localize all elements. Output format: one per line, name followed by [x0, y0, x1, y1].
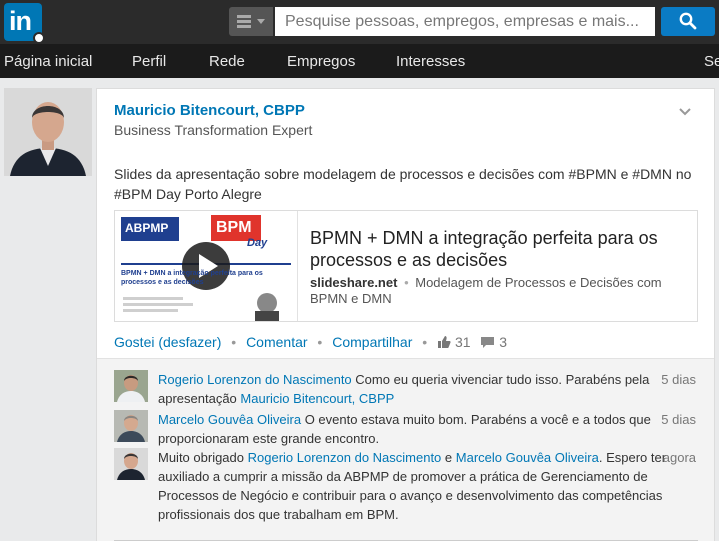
thumb-logo-right: BPM	[216, 219, 252, 236]
likes-count[interactable]: 31	[455, 334, 471, 350]
share-button[interactable]: Compartilhar	[332, 334, 412, 350]
logo-text: in	[9, 6, 32, 36]
linkedin-logo[interactable]: in	[4, 3, 45, 44]
action-separator: •	[317, 334, 323, 350]
nav-item-truncated[interactable]: Se	[704, 53, 719, 70]
shared-link-card[interactable]: ABPMP BPM Day BPMN + DMN a integração pe…	[114, 210, 698, 322]
comment-text: e	[444, 450, 453, 465]
source-separator: •	[404, 275, 409, 290]
author-name-link[interactable]: Mauricio Bitencourt, CBPP	[114, 102, 305, 119]
like-button[interactable]: Gostei (desfazer)	[114, 334, 221, 350]
commenter-avatar[interactable]	[114, 370, 148, 402]
nav-item-home[interactable]: Página inicial	[4, 53, 92, 70]
commenter-avatar[interactable]	[114, 448, 148, 480]
attachment-domain: slideshare.net	[310, 275, 398, 290]
post-text: Slides da apresentação sobre modelagem d…	[114, 166, 692, 202]
person-photo-icon	[114, 410, 148, 442]
person-photo-icon	[114, 370, 148, 402]
thumbs-up-icon	[438, 336, 451, 348]
comments-section: Rogerio Lorenzon do Nascimento Como eu q…	[97, 358, 714, 541]
mention-link[interactable]: Rogerio Lorenzon do Nascimento	[248, 450, 442, 465]
search-button[interactable]	[661, 7, 715, 36]
thumb-caption: BPMN + DMN a integração perfeita para os…	[121, 270, 263, 286]
main-nav: Página inicial Perfil Rede Empregos Inte…	[0, 44, 719, 78]
thumb-logo-day: Day	[247, 237, 268, 249]
author-headline: Business Transformation Expert	[114, 122, 313, 138]
chevron-down-icon	[257, 19, 265, 24]
post-actions: Gostei (desfazer) • Comentar • Compartil…	[114, 334, 507, 350]
comment-body: Rogerio Lorenzon do Nascimento Como eu q…	[158, 370, 658, 408]
comments-count[interactable]: 3	[499, 334, 507, 350]
slide-thumbnail[interactable]: ABPMP BPM Day BPMN + DMN a integração pe…	[115, 211, 298, 321]
comment-body: Muito obrigado Rogerio Lorenzon do Nasci…	[158, 448, 698, 524]
search-input[interactable]	[275, 7, 655, 36]
person-photo-icon	[114, 448, 148, 480]
attachment-title[interactable]: BPMN + DMN a integração perfeita para os…	[310, 227, 690, 271]
thumb-logo-left: ABPMP	[125, 221, 169, 235]
author-avatar[interactable]	[4, 88, 92, 176]
menu-icon	[237, 15, 251, 28]
comment-timestamp: 5 dias	[661, 372, 696, 387]
comment-timestamp: agora	[662, 450, 696, 465]
commenter-name-link[interactable]: Rogerio Lorenzon do Nascimento	[158, 372, 352, 387]
action-separator: •	[422, 334, 428, 350]
nav-item-interests[interactable]: Interesses	[396, 53, 465, 70]
chevron-down-icon[interactable]	[677, 103, 693, 119]
mention-link[interactable]: Marcelo Gouvêa Oliveira	[456, 450, 599, 465]
comment-item: Rogerio Lorenzon do Nascimento Como eu q…	[114, 370, 704, 408]
logo-dot	[33, 32, 45, 44]
action-separator: •	[231, 334, 237, 350]
comment-body: Marcelo Gouvêa Oliveira O evento estava …	[158, 410, 658, 448]
comment-item: Marcelo Gouvêa Oliveira O evento estava …	[114, 410, 704, 448]
commenter-name-link[interactable]: Marcelo Gouvêa Oliveira	[158, 412, 301, 427]
attachment-source: slideshare.net • Modelagem de Processos …	[310, 275, 690, 307]
comment-text: Muito obrigado	[158, 450, 244, 465]
top-bar: in	[0, 0, 719, 44]
feed-post-card: Mauricio Bitencourt, CBPP Business Trans…	[96, 88, 715, 541]
nav-item-jobs[interactable]: Empregos	[287, 53, 355, 70]
comment-timestamp: 5 dias	[661, 412, 696, 427]
mention-link[interactable]: Mauricio Bitencourt, CBPP	[240, 391, 394, 406]
comment-bubble-icon	[481, 337, 495, 348]
search-icon	[679, 12, 697, 30]
comment-item: Muito obrigado Rogerio Lorenzon do Nasci…	[114, 448, 704, 524]
nav-item-network[interactable]: Rede	[209, 53, 245, 70]
person-photo-icon	[4, 88, 92, 176]
comment-button[interactable]: Comentar	[246, 334, 307, 350]
nav-item-profile[interactable]: Perfil	[132, 53, 166, 70]
commenter-avatar[interactable]	[114, 410, 148, 442]
search-category-dropdown[interactable]	[229, 7, 273, 36]
